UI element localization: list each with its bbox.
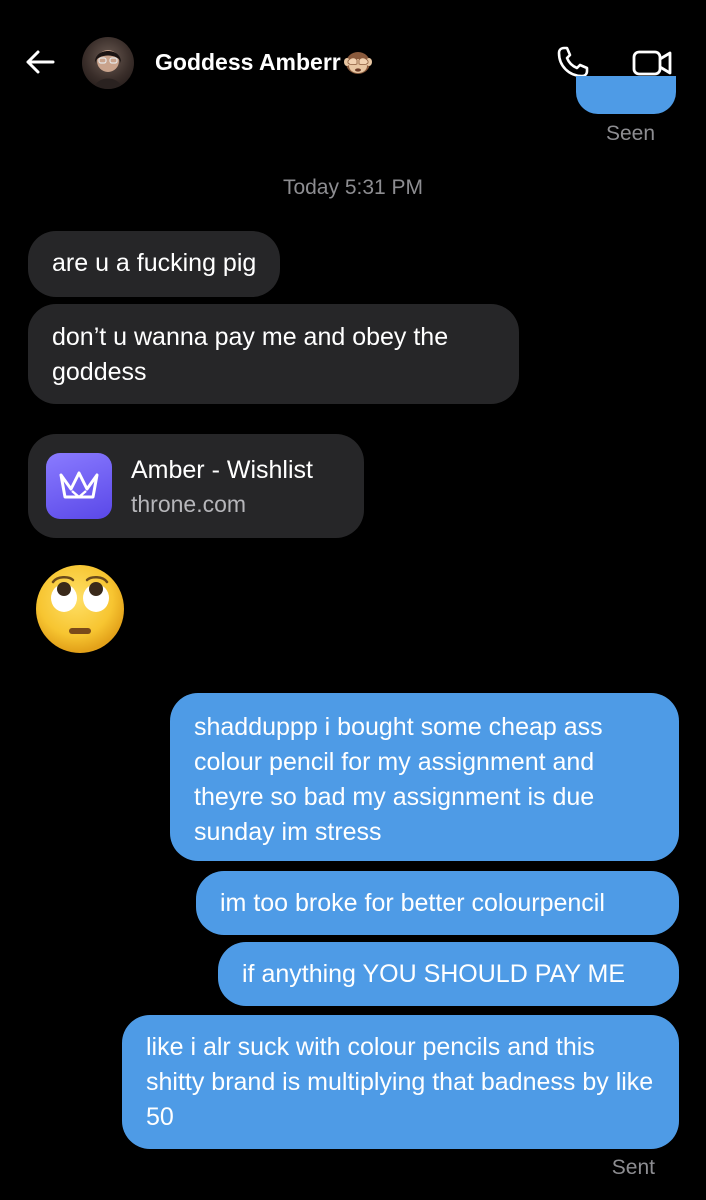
video-call-icon[interactable] — [630, 44, 674, 80]
seen-status: Seen — [605, 122, 655, 145]
contact-name[interactable]: Goddess Amberr — [155, 46, 373, 78]
avatar[interactable] — [82, 37, 134, 89]
sent-status: Sent — [611, 1156, 655, 1179]
throne-crown-icon — [46, 453, 112, 519]
face-with-rolling-eyes-icon[interactable] — [33, 562, 127, 656]
link-title: Amber - Wishlist — [131, 456, 313, 484]
phone-call-icon[interactable] — [555, 44, 591, 80]
previous-outgoing-bubble[interactable] — [576, 76, 676, 114]
outgoing-message[interactable]: like i alr suck with colour pencils and … — [122, 1015, 679, 1149]
back-arrow-icon[interactable] — [24, 44, 56, 80]
contact-name-text: Goddess Amberr — [155, 49, 341, 75]
incoming-message[interactable]: don’t u wanna pay me and obey the goddes… — [28, 304, 519, 404]
link-preview-card[interactable]: Amber - Wishlist throne.com — [28, 434, 364, 538]
see-no-evil-monkey-icon — [343, 47, 373, 77]
outgoing-message[interactable]: shadduppp i bought some cheap ass colour… — [170, 693, 679, 861]
outgoing-message[interactable]: im too broke for better colourpencil — [196, 871, 679, 935]
link-domain: throne.com — [131, 491, 247, 517]
incoming-message[interactable]: are u a fucking pig — [28, 231, 281, 297]
outgoing-message[interactable]: if anything YOU SHOULD PAY ME — [218, 942, 679, 1006]
message-timestamp: Today 5:31 PM — [282, 176, 424, 199]
